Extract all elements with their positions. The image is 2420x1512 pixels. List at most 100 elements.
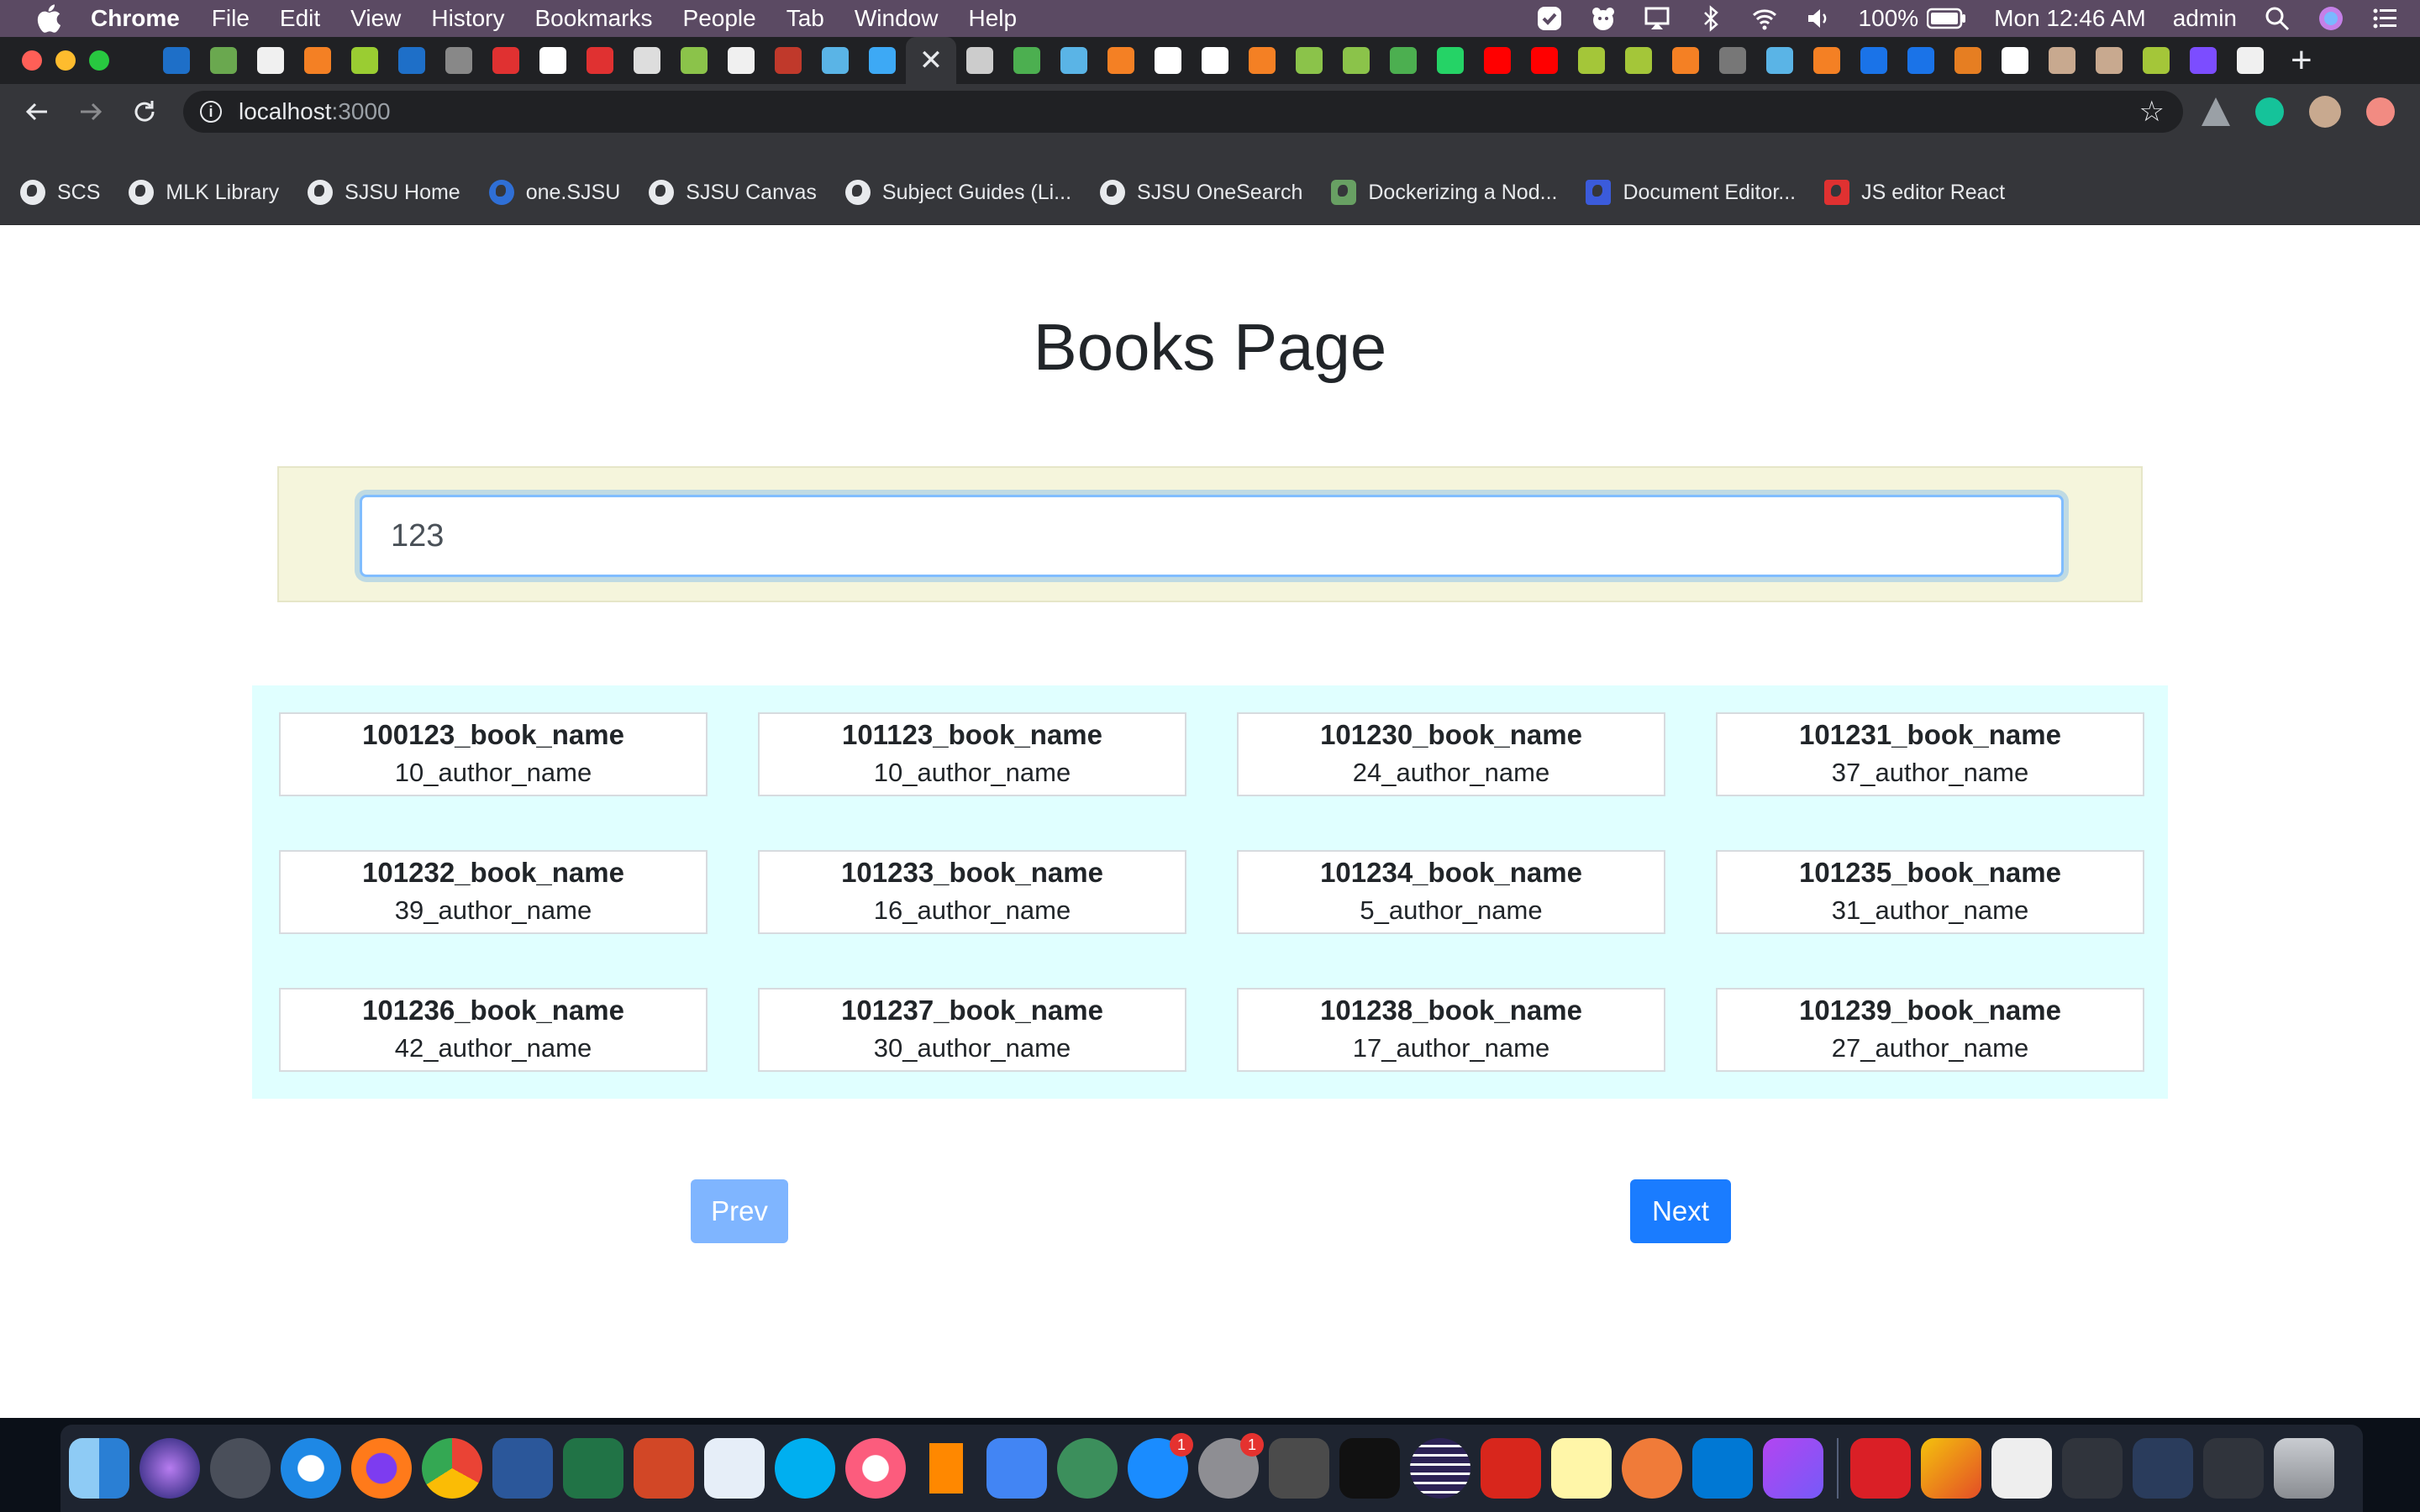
book-card[interactable]: 101235_book_name 31_author_name (1716, 850, 2144, 934)
checkmark-icon[interactable] (1536, 5, 1563, 32)
bookmark-dockerizing[interactable]: Dockerizing a Nod... (1331, 178, 1557, 207)
bookmark-subject-guides[interactable]: Subject Guides (Li... (844, 178, 1071, 207)
menu-view[interactable]: View (350, 5, 401, 32)
browser-tab-favicon[interactable] (1286, 37, 1333, 84)
window-thumbnail-icon[interactable] (2133, 1438, 2193, 1499)
keynote-icon[interactable] (704, 1438, 765, 1499)
notes-icon[interactable] (1551, 1438, 1612, 1499)
browser-tab-favicon[interactable] (2086, 37, 2133, 84)
airplay-icon[interactable] (1644, 5, 1670, 32)
volume-icon[interactable] (1805, 5, 1832, 32)
apple-icon[interactable] (34, 3, 64, 34)
network-radar-icon[interactable] (1057, 1438, 1118, 1499)
browser-tab-favicon[interactable] (1427, 37, 1474, 84)
word-icon[interactable] (492, 1438, 553, 1499)
bookmark-mlk-library[interactable]: MLK Library (129, 178, 279, 207)
creative-cloud-icon[interactable] (1850, 1438, 1911, 1499)
window-thumbnail-icon[interactable] (2203, 1438, 2264, 1499)
wifi-icon[interactable] (1751, 5, 1778, 32)
window-thumbnail-icon[interactable] (2062, 1438, 2123, 1499)
app-store-icon[interactable]: 1 (1128, 1433, 1193, 1499)
bookmark-scs[interactable]: SCS (20, 178, 100, 207)
reload-button[interactable] (128, 95, 161, 129)
close-icon[interactable]: ✕ (919, 44, 944, 77)
bookmark-sjsu-onesearch[interactable]: SJSU OneSearch (1100, 178, 1302, 207)
browser-tab-favicon[interactable] (2227, 37, 2274, 84)
close-window-button[interactable] (22, 50, 42, 71)
bookmark-document-editor[interactable]: Document Editor... (1586, 178, 1796, 207)
browser-tab-favicon[interactable] (1192, 37, 1239, 84)
book-card[interactable]: 100123_book_name 10_author_name (279, 712, 708, 796)
brackets-icon[interactable] (1622, 1438, 1682, 1499)
phpstorm-icon[interactable] (1763, 1438, 1823, 1499)
browser-tab-favicon[interactable] (1144, 37, 1192, 84)
next-page-button[interactable]: Next (1630, 1179, 1731, 1243)
battery-icon[interactable] (1927, 8, 1967, 29)
browser-tab-favicon[interactable] (341, 37, 388, 84)
book-card[interactable]: 101234_book_name 5_author_name (1237, 850, 1665, 934)
browser-tab-favicon[interactable] (1756, 37, 1803, 84)
browser-tab-favicon[interactable] (623, 37, 671, 84)
google-drive-icon[interactable] (986, 1438, 1047, 1499)
browser-tab-favicon[interactable] (812, 37, 859, 84)
menu-people[interactable]: People (683, 5, 756, 32)
bookmark-js-editor-react[interactable]: JS editor React (1824, 178, 2005, 207)
excel-icon[interactable] (563, 1438, 623, 1499)
browser-tab-favicon[interactable] (529, 37, 576, 84)
browser-tab-favicon[interactable] (956, 37, 1003, 84)
skype-icon[interactable] (775, 1438, 835, 1499)
browser-tab-favicon[interactable] (153, 37, 200, 84)
clock[interactable]: Mon 12:46 AM (1994, 5, 2146, 32)
menu-edit[interactable]: Edit (280, 5, 320, 32)
forward-button[interactable] (74, 95, 108, 129)
app-bundle-icon[interactable] (1921, 1438, 1981, 1499)
browser-tab-favicon[interactable] (1239, 37, 1286, 84)
browser-tab-favicon[interactable] (435, 37, 482, 84)
trash-icon[interactable] (2274, 1438, 2334, 1499)
browser-tab-favicon[interactable] (2180, 37, 2227, 84)
browser-tab-favicon[interactable] (1003, 37, 1050, 84)
browser-tab-favicon[interactable] (388, 37, 435, 84)
vscode-icon[interactable] (1692, 1438, 1753, 1499)
book-card[interactable]: 101231_book_name 37_author_name (1716, 712, 2144, 796)
menu-app-chrome[interactable]: Chrome (91, 5, 180, 32)
user-name[interactable]: admin (2173, 5, 2237, 32)
powerpoint-icon[interactable] (634, 1438, 694, 1499)
profile-avatar[interactable] (2309, 96, 2341, 128)
browser-tab-favicon[interactable] (1568, 37, 1615, 84)
browser-tab-favicon[interactable] (2039, 37, 2086, 84)
menu-file[interactable]: File (212, 5, 250, 32)
siri-icon[interactable] (139, 1438, 200, 1499)
prev-page-button[interactable]: Prev (691, 1179, 788, 1243)
book-card[interactable]: 101236_book_name 42_author_name (279, 988, 708, 1072)
browser-tab-favicon[interactable] (482, 37, 529, 84)
book-card[interactable]: 101239_book_name 27_author_name (1716, 988, 2144, 1072)
browser-tab-favicon[interactable] (1474, 37, 1521, 84)
browser-tab-favicon[interactable] (671, 37, 718, 84)
book-card[interactable]: 101232_book_name 39_author_name (279, 850, 708, 934)
browser-tab-favicon[interactable] (576, 37, 623, 84)
vlc-icon[interactable] (916, 1438, 976, 1499)
siri-icon[interactable] (2317, 5, 2344, 32)
browser-tab-favicon[interactable] (1662, 37, 1709, 84)
menu-help[interactable]: Help (968, 5, 1017, 32)
spotlight-search-icon[interactable] (2264, 5, 2291, 32)
menu-history[interactable]: History (431, 5, 504, 32)
browser-tab-favicon[interactable] (765, 37, 812, 84)
terminal-icon[interactable] (1339, 1438, 1400, 1499)
browser-tab-favicon[interactable] (200, 37, 247, 84)
eclipse-icon[interactable] (1410, 1438, 1470, 1499)
browser-tab-favicon[interactable] (1050, 37, 1097, 84)
book-search-input[interactable] (360, 495, 2064, 577)
drive-extension-icon[interactable] (2202, 97, 2230, 126)
browser-tab-favicon[interactable] (1333, 37, 1380, 84)
safari-icon[interactable] (281, 1438, 341, 1499)
browser-tab-favicon[interactable] (1803, 37, 1850, 84)
bear-icon[interactable] (1590, 5, 1617, 32)
bookmark-sjsu-canvas[interactable]: SJSU Canvas (649, 178, 817, 207)
active-tab-close-icon[interactable]: ✕ (906, 37, 956, 84)
bookmark-star-icon[interactable]: ☆ (2139, 95, 2165, 129)
browser-tab-favicon[interactable] (1380, 37, 1427, 84)
minimize-window-button[interactable] (55, 50, 76, 71)
menu-window[interactable]: Window (855, 5, 939, 32)
